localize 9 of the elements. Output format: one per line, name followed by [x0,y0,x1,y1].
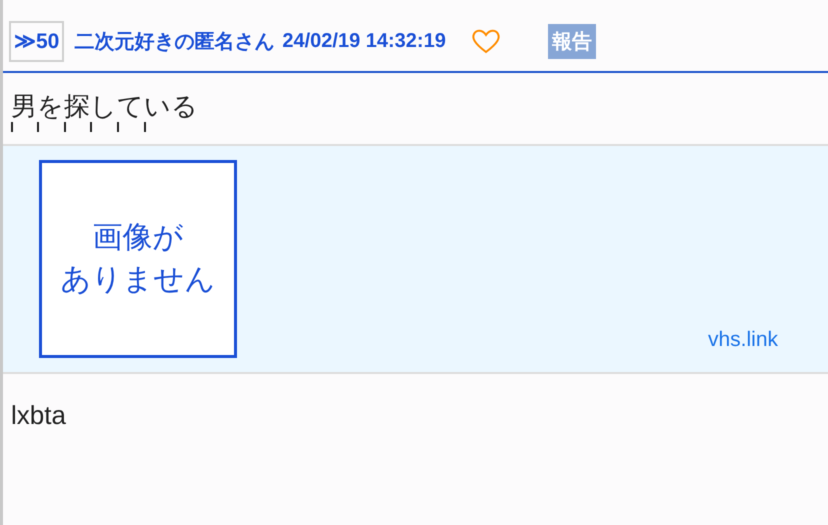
link-preview-card[interactable]: 画像が ありません vhs.link [3,146,828,374]
heart-icon[interactable] [470,27,502,55]
message-text: lxbta [10,399,67,432]
no-image-text: 画像が [92,219,184,257]
author-name: 二次元好きの匿名さん [74,30,274,54]
link-domain[interactable]: vhs.link [708,328,778,352]
no-image-text: ありません [60,261,216,299]
post-datetime: 24/02/19 14:32:19 [282,30,446,52]
post-number-link[interactable]: ≫50 [9,20,64,62]
